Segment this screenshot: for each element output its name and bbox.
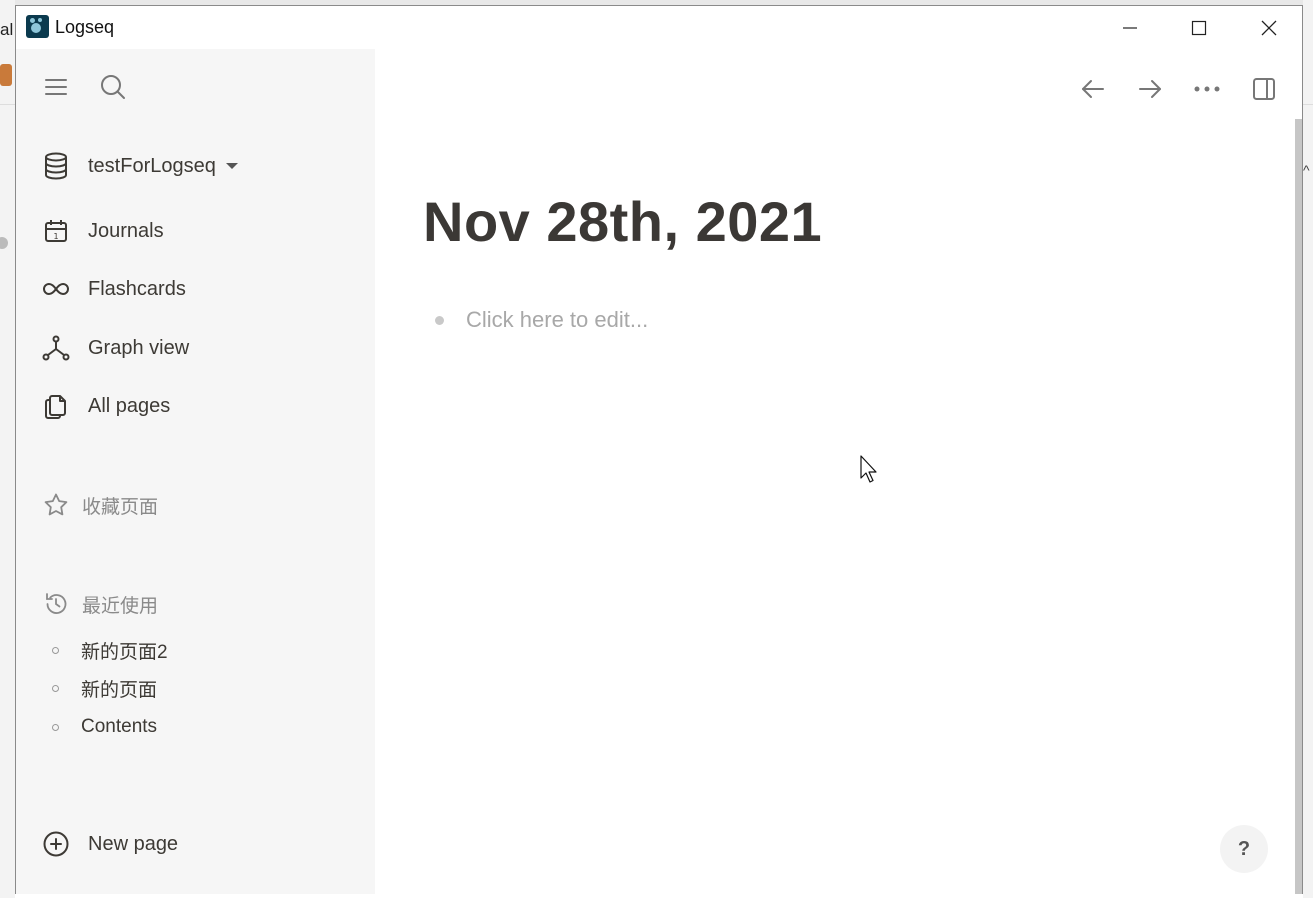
sidebar-item-graph-view[interactable]: Graph view [40,328,189,368]
hamburger-icon [45,79,67,95]
calendar-icon: 1 [40,215,72,247]
minimize-button[interactable] [1095,6,1165,49]
bullet-icon [52,646,59,654]
sidebar-item-flashcards[interactable]: Flashcards [40,269,186,309]
background-window-text: al [0,20,14,39]
sidebar-item-label: All pages [88,394,171,417]
block-bullet-icon[interactable] [435,315,444,325]
desktop-left-strip: al [0,0,15,898]
search-button[interactable] [97,71,129,103]
plus-circle-icon [40,828,72,860]
pages-icon [40,390,72,422]
background-divider [0,104,15,105]
help-button[interactable]: ? [1220,825,1268,873]
scrollbar-thumb[interactable] [1295,119,1302,894]
recent-section-header[interactable]: 最近使用 [40,587,158,621]
recent-item-label: 新的页面 [81,679,158,701]
recent-item[interactable]: 新的页面2 [52,634,168,666]
sidebar-item-journals[interactable]: 1 Journals [40,211,164,251]
logseq-window: Logseq testForLogseq 1 Journals Flashcar… [15,5,1303,894]
close-icon [1261,20,1277,35]
more-horizontal-icon [1194,86,1220,92]
maximize-button[interactable] [1164,6,1234,49]
repo-selector[interactable]: testForLogseq [40,146,238,186]
svg-text:1: 1 [53,232,58,241]
desktop-right-strip: ^ [1303,0,1313,898]
sidebar-right-icon [1253,78,1275,100]
logseq-app-icon [26,15,49,38]
repo-name: testForLogseq [88,154,216,177]
editable-block[interactable]: Click here to edit... [435,305,648,335]
close-button[interactable] [1234,6,1304,49]
sidebar-item-label: Flashcards [88,277,186,300]
bullet-icon [52,723,59,731]
recent-item[interactable]: 新的页面 [52,672,157,704]
arrow-right-icon [1139,80,1161,98]
recent-item-label: 新的页面2 [81,641,168,663]
favorites-section-header[interactable]: 收藏页面 [40,488,158,522]
recent-item-label: Contents [81,716,158,737]
sidebar-item-label: Journals [88,219,164,242]
recent-label: 最近使用 [82,595,159,617]
new-page-label: New page [88,832,179,855]
page-title[interactable]: Nov 28th, 2021 [423,189,822,254]
window-title: Logseq [55,17,115,37]
graph-icon [40,332,72,364]
background-close-icon [0,237,8,249]
infinity-icon [40,273,72,305]
more-options-button[interactable] [1189,71,1225,107]
minimize-icon [1123,26,1137,29]
forward-button[interactable] [1132,71,1168,107]
search-icon [101,75,125,99]
maximize-icon [1191,20,1207,35]
history-icon [40,588,72,620]
left-sidebar: testForLogseq 1 Journals Flashcards Grap… [16,49,375,894]
back-button[interactable] [1075,71,1111,107]
arrow-left-icon [1082,80,1104,98]
main-content: Nov 28th, 2021 Click here to edit... ? [375,49,1302,894]
background-caret-icon: ^ [1303,162,1310,178]
new-page-button[interactable]: New page [40,824,178,864]
background-app-icon [0,64,12,86]
database-icon [40,150,72,182]
star-icon [40,489,72,521]
chevron-down-icon [225,163,238,169]
block-placeholder[interactable]: Click here to edit... [466,307,648,333]
background-divider [1303,104,1313,105]
menu-toggle-button[interactable] [40,71,72,103]
sidebar-item-label: Graph view [88,336,190,359]
toggle-right-sidebar-button[interactable] [1246,71,1282,107]
mouse-cursor-icon [860,455,877,483]
recent-item[interactable]: Contents [52,711,157,743]
sidebar-item-all-pages[interactable]: All pages [40,386,170,426]
favorites-label: 收藏页面 [82,496,159,518]
title-bar[interactable]: Logseq [16,6,1302,49]
bullet-icon [52,684,59,692]
